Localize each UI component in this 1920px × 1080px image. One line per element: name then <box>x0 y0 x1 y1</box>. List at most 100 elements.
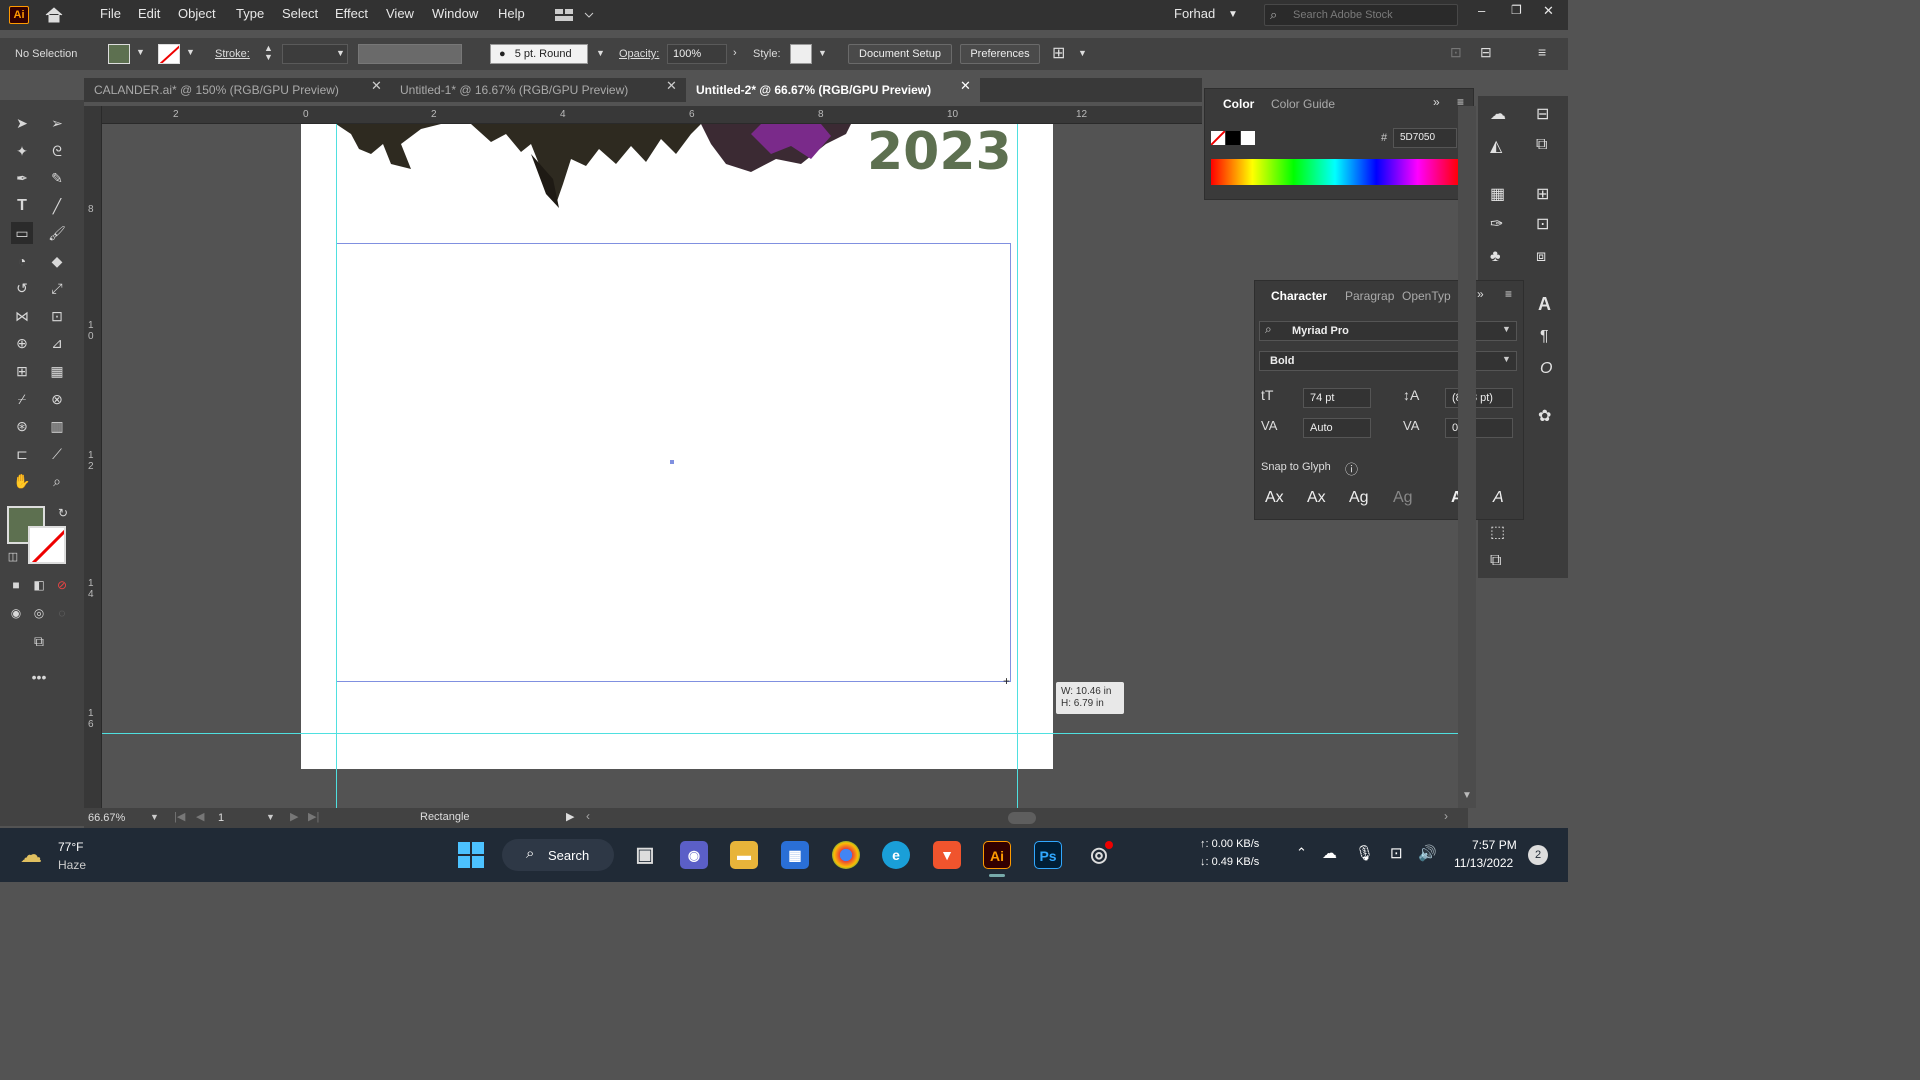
chevron-down-icon[interactable]: ▼ <box>1502 354 1511 364</box>
font-family-field[interactable]: Myriad Pro <box>1259 321 1517 341</box>
eyedropper-tool-icon[interactable]: ⌿ <box>11 388 33 410</box>
swap-colors-icon[interactable]: ↻ <box>52 502 74 524</box>
panel-menu-icon[interactable]: ≡ <box>1505 287 1512 301</box>
photoshop-taskbar-icon[interactable]: Ps <box>1034 841 1062 869</box>
temperature[interactable]: 77°F <box>58 840 83 854</box>
arrange-documents-icon[interactable]: ⊞ <box>1052 43 1065 63</box>
vertical-scrollbar[interactable]: ▼ <box>1458 106 1476 808</box>
snap-anchor-icon[interactable]: A <box>1493 489 1504 507</box>
vertical-guide[interactable] <box>336 124 337 808</box>
snap-baseline-icon[interactable]: Ax <box>1265 489 1284 507</box>
horizontal-scroll-thumb[interactable] <box>1008 812 1036 824</box>
first-artboard-icon[interactable]: |◀ <box>174 810 185 823</box>
next-artboard-icon[interactable]: ▶ <box>290 810 298 823</box>
type-tool-icon[interactable]: T <box>11 195 33 217</box>
layers-icon[interactable]: ⧉ <box>1536 136 1547 154</box>
graphic-style-swatch[interactable] <box>790 44 812 64</box>
curvature-tool-icon[interactable]: ✎ <box>46 167 68 189</box>
home-icon[interactable] <box>44 5 64 25</box>
gradient-tool-icon[interactable]: ▦ <box>46 360 68 382</box>
close-icon[interactable]: ✕ <box>960 78 971 94</box>
glyphs-icon[interactable]: ✿ <box>1538 406 1551 426</box>
magic-wand-tool-icon[interactable]: ✦ <box>11 140 33 162</box>
microphone-icon[interactable]: 🎙 <box>1355 844 1374 862</box>
horizontal-guide[interactable] <box>102 733 1458 734</box>
brushes-icon[interactable]: ✑ <box>1490 214 1503 234</box>
appearance-icon[interactable]: ◭ <box>1490 136 1502 156</box>
color-spectrum[interactable] <box>1211 159 1459 185</box>
graph-tool-icon[interactable]: ▥ <box>46 415 68 437</box>
symbol-sprayer-tool-icon[interactable]: ⊛ <box>11 415 33 437</box>
paragraph-panel-icon[interactable]: ¶ <box>1540 328 1549 346</box>
blend-tool-icon[interactable]: ⊗ <box>46 388 68 410</box>
menu-view[interactable]: View <box>386 6 414 21</box>
zoom-field[interactable]: 66.67% <box>88 810 148 826</box>
menu-effect[interactable]: Effect <box>335 6 368 21</box>
kerning-field[interactable]: Auto <box>1303 418 1371 438</box>
close-icon[interactable]: ✕ <box>666 78 677 94</box>
export-icon[interactable]: ⬚ <box>1490 522 1505 542</box>
onedrive-icon[interactable]: ☁ <box>1322 844 1337 862</box>
teams-chat-icon[interactable]: ◉ <box>680 841 708 869</box>
leading-field[interactable]: (88.8 pt) <box>1445 388 1513 408</box>
chevron-down-icon[interactable]: ▼ <box>136 47 145 57</box>
brush-definition[interactable]: ● 5 pt. Round <box>490 44 588 64</box>
swatches-icon[interactable]: ▦ <box>1490 184 1505 204</box>
default-colors-icon[interactable]: ◫ <box>2 546 24 568</box>
weather-icon[interactable]: ☁ <box>20 842 42 868</box>
snap-proximity-icon[interactable]: Ag <box>1393 489 1413 507</box>
chevron-down-icon[interactable]: ▼ <box>1078 48 1087 58</box>
last-artboard-icon[interactable]: ▶| <box>308 810 319 823</box>
white-swatch[interactable] <box>1241 131 1255 145</box>
tab-character[interactable]: Character <box>1271 289 1327 303</box>
line-segment-tool-icon[interactable]: ╱ <box>46 195 68 217</box>
tab-color-guide[interactable]: Color Guide <box>1271 97 1335 111</box>
color-mode-icon[interactable]: ■ <box>5 574 27 596</box>
maximize-icon[interactable]: ❐ <box>1511 3 1522 17</box>
selection-tool-icon[interactable]: ➤ <box>11 112 33 134</box>
properties-icon[interactable]: ⊟ <box>1536 104 1549 124</box>
close-icon[interactable]: ✕ <box>1543 3 1554 19</box>
chevron-up-icon[interactable]: ⌃ <box>1296 845 1307 861</box>
character-panel-icon[interactable]: A <box>1538 294 1551 315</box>
chevron-down-icon[interactable]: ▼ <box>186 47 195 57</box>
width-tool-icon[interactable]: ⋈ <box>11 305 33 327</box>
taskbar-search-button[interactable]: ⌕ Search <box>502 839 614 871</box>
close-icon[interactable]: ✕ <box>371 78 382 94</box>
previous-artboard-icon[interactable]: ◀ <box>196 810 204 823</box>
chevron-down-icon[interactable]: ▼ <box>818 48 827 58</box>
stock-search-box[interactable]: ⌕ Search Adobe Stock <box>1264 4 1458 26</box>
chrome-icon[interactable] <box>832 841 860 869</box>
scroll-down-icon[interactable]: ▼ <box>1462 790 1472 801</box>
gradient-mode-icon[interactable]: ◧ <box>28 574 50 596</box>
stock-search-input[interactable]: Search Adobe Stock <box>1293 9 1393 21</box>
asset-export-icon[interactable]: ⊡ <box>1536 214 1549 234</box>
tab-paragraph[interactable]: Paragrap <box>1345 289 1394 303</box>
clock-time[interactable]: 7:57 PM <box>1472 838 1517 852</box>
opacity-field[interactable]: 100% <box>667 44 727 64</box>
panel-menu-icon[interactable]: ≡ <box>1538 44 1546 60</box>
rectangle-tool-icon[interactable]: ▭ <box>11 222 33 244</box>
brave-icon[interactable]: ▼ <box>933 841 961 869</box>
artboards-icon[interactable]: ⊞ <box>1536 184 1549 204</box>
chevron-down-icon[interactable]: ▼ <box>596 48 605 58</box>
menu-object[interactable]: Object <box>178 6 216 21</box>
vertical-guide[interactable] <box>1017 124 1018 808</box>
microsoft-store-icon[interactable]: ▦ <box>781 841 809 869</box>
info-icon[interactable]: ⓘ <box>1345 459 1358 478</box>
menu-type[interactable]: Type <box>236 6 264 21</box>
align-panel-icon[interactable]: ⧉ <box>1490 552 1501 570</box>
stroke-stepper-icon[interactable]: ▲ ▼ <box>264 44 273 62</box>
zoom-tool-icon[interactable]: ⌕ <box>46 470 68 492</box>
tab-calander[interactable]: CALANDER.ai* @ 150% (RGB/GPU Preview) <box>84 78 390 102</box>
chevron-down-icon[interactable]: ▼ <box>150 812 159 822</box>
stroke-label[interactable]: Stroke: <box>215 48 250 60</box>
draw-inside-icon[interactable]: ◌ <box>51 602 73 624</box>
free-transform-tool-icon[interactable]: ⊡ <box>46 305 68 327</box>
chevron-down-icon[interactable]: ▼ <box>1228 9 1238 20</box>
weather-condition[interactable]: Haze <box>58 858 86 872</box>
clock-date[interactable]: 11/13/2022 <box>1454 856 1513 870</box>
shaper-tool-icon[interactable]: ◔ <box>11 250 33 272</box>
cloud-libraries-icon[interactable]: ☁ <box>1490 104 1506 124</box>
edge-icon[interactable]: e <box>882 841 910 869</box>
